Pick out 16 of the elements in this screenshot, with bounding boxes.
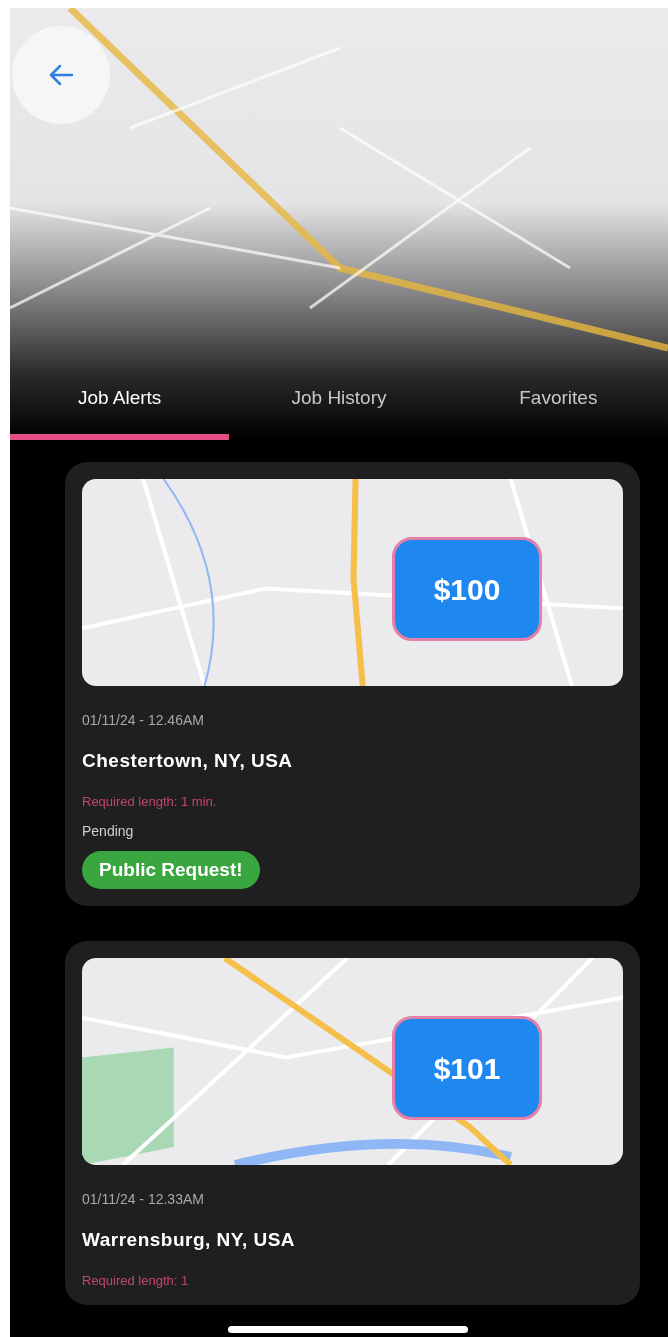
price-marker[interactable]: $101 (392, 1016, 542, 1120)
job-date: 01/11/24 - 12.33AM (82, 1191, 205, 1207)
tab[interactable]: Job History (229, 371, 449, 440)
tab[interactable]: Job Alerts (10, 371, 230, 440)
job-status: Pending (82, 823, 135, 839)
price-marker[interactable]: $100 (392, 537, 542, 641)
required-length: Required length: 1 min. (82, 794, 218, 809)
job-date: 01/11/24 - 12.46AM (82, 712, 205, 728)
back-arrow-icon (48, 64, 74, 86)
required-length: Required length: 1 (82, 1273, 190, 1288)
tab[interactable]: Favorites (448, 371, 668, 440)
job-card[interactable]: $101 01/11/24 - 12.33AM Warrensburg, NY, USA Required length: 1 (65, 941, 640, 1305)
job-location: Chestertown, NY, USA (82, 750, 294, 772)
public-request-badge: Public Request! (82, 851, 260, 889)
job-location: Warrensburg, NY, USA (82, 1229, 297, 1251)
job-card[interactable]: $100 01/11/24 - 12.46AM Chestertown, NY, USA Required length: 1 min. Pending Public Request! (65, 462, 640, 906)
